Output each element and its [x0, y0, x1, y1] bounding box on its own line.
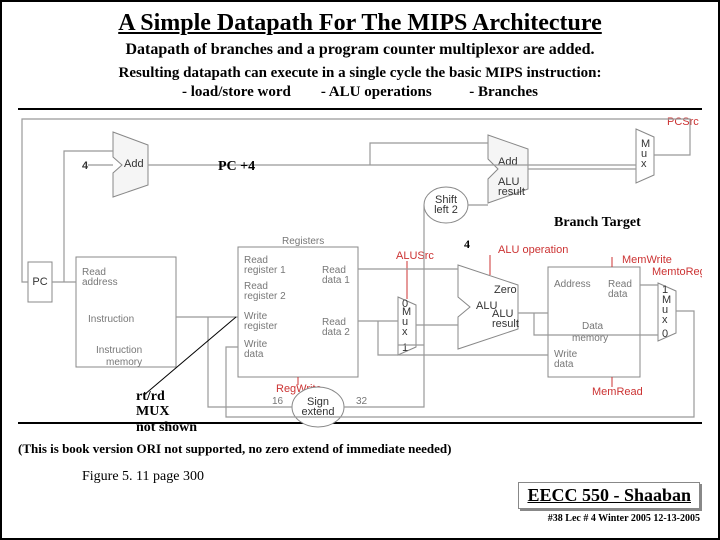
signal-memread: MemRead [592, 386, 643, 398]
signal-pcsrc: PCSrc [667, 116, 699, 128]
svg-text:0: 0 [662, 328, 668, 340]
svg-text:Data: Data [582, 321, 604, 332]
description-line: Resulting datapath can execute in a sing… [42, 65, 678, 82]
constant-4: 4 [82, 160, 89, 172]
alu-zero: Zero [494, 284, 517, 296]
pc-block: PC [32, 276, 47, 288]
signal-alusrc: ALUSrc [396, 250, 434, 262]
svg-text:left 2: left 2 [434, 204, 458, 216]
instruction-types: - load/store word - ALU operations - Bra… [42, 84, 678, 101]
footer: EECC 550 - Shaaban #38 Lec # 4 Winter 20… [518, 482, 700, 524]
adder-branch: Add [498, 156, 518, 168]
footnote: (This is book version ORI not supported,… [18, 441, 702, 457]
lecture-info: #38 Lec # 4 Winter 2005 12-13-2005 [518, 513, 700, 524]
datapath-diagram: PC 4 Add Mux PCSrc Add ALUresult Shift l… [18, 107, 702, 437]
adder-pc4: Add [124, 158, 144, 170]
signal-memwrite: MemWrite [622, 254, 672, 266]
regfile-label: Registers [282, 236, 324, 247]
svg-text:1: 1 [662, 284, 668, 296]
svg-text:extend: extend [301, 406, 334, 418]
annotation-aluop-bits: 4 [464, 237, 470, 252]
annotation-pc4: PC +4 [218, 159, 255, 175]
imem-label: Instruction [96, 345, 142, 356]
svg-text:0: 0 [402, 298, 408, 310]
signext-out: 32 [356, 396, 368, 407]
dmem-addr: Address [554, 279, 591, 290]
course-badge: EECC 550 - Shaaban [518, 482, 700, 509]
type-branches: - Branches [469, 84, 538, 100]
type-load-store: - load/store word [182, 84, 291, 100]
type-alu-ops: - ALU operations [321, 84, 432, 100]
signext-in: 16 [272, 396, 284, 407]
svg-text:1: 1 [402, 342, 408, 354]
signal-memtoreg: MemtoReg [652, 266, 702, 278]
imem-instruction: Instruction [88, 314, 134, 325]
page-title: A Simple Datapath For The MIPS Architect… [2, 10, 718, 37]
annotation-branch-target: Branch Target [554, 215, 641, 231]
svg-text:memory: memory [106, 357, 142, 368]
signal-aluop: ALU operation [498, 244, 568, 256]
annotation-rtrd: rt/rd MUX not shown [136, 389, 197, 435]
subtitle: Datapath of branches and a program count… [42, 41, 678, 59]
